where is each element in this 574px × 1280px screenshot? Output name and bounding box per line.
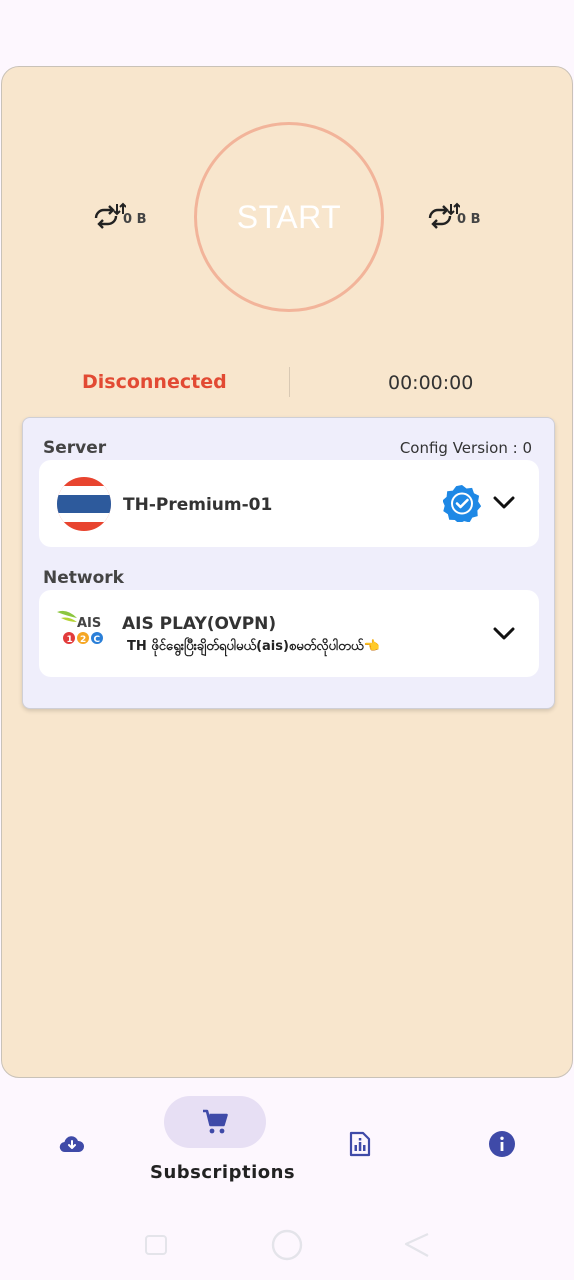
verified-badge-icon bbox=[443, 485, 481, 522]
connection-card: 0 B START 0 B Disconnected 00:00:00 Serv… bbox=[1, 66, 573, 1078]
nav-sim[interactable] bbox=[340, 1124, 380, 1164]
connection-status: Disconnected bbox=[82, 371, 227, 393]
connection-timer: 00:00:00 bbox=[388, 372, 474, 394]
network-name: AIS PLAY(OVPN) bbox=[122, 614, 277, 634]
upload-traffic: 0 B bbox=[92, 202, 146, 232]
svg-text:2: 2 bbox=[80, 635, 86, 645]
download-traffic: 0 B bbox=[426, 202, 480, 232]
chevron-down-icon[interactable] bbox=[493, 496, 515, 510]
bottom-navigation: Subscriptions bbox=[0, 1080, 574, 1200]
selection-panel: Server Config Version : 0 TH-Premium-01 … bbox=[22, 417, 555, 709]
network-section-label: Network bbox=[43, 568, 124, 588]
thailand-flag-icon bbox=[57, 477, 111, 531]
network-description: TH ဖိုင်ရွေးပြီးချိတ်ရပါမယ်(ais)စမတ်လိုပ… bbox=[127, 639, 380, 654]
sim-card-icon bbox=[349, 1131, 371, 1157]
sync-transfer-icon bbox=[94, 202, 126, 229]
sync-transfer-icon bbox=[428, 202, 460, 229]
home-icon[interactable] bbox=[270, 1228, 304, 1262]
download-traffic-value: 0 B bbox=[457, 211, 481, 227]
shopping-cart-icon bbox=[203, 1109, 228, 1134]
ais-logo-icon: AIS 1 2 C bbox=[57, 610, 103, 645]
nav-info[interactable] bbox=[482, 1124, 522, 1164]
nav-downloads[interactable] bbox=[52, 1124, 92, 1164]
back-icon[interactable] bbox=[404, 1232, 430, 1258]
start-button[interactable]: START bbox=[194, 122, 384, 312]
recent-apps-icon[interactable] bbox=[144, 1234, 168, 1256]
chevron-down-icon[interactable] bbox=[493, 627, 515, 641]
server-selector[interactable]: TH-Premium-01 bbox=[39, 460, 539, 547]
server-name: TH-Premium-01 bbox=[123, 495, 273, 515]
nav-subscriptions-label[interactable]: Subscriptions bbox=[150, 1162, 295, 1183]
server-section-label: Server bbox=[43, 438, 107, 458]
status-divider bbox=[289, 367, 290, 397]
cloud-download-icon bbox=[59, 1136, 85, 1153]
svg-text:1: 1 bbox=[67, 635, 73, 645]
info-icon bbox=[489, 1131, 515, 1157]
network-selector[interactable]: AIS 1 2 C AIS PLAY(OVPN) TH ဖိုင်ရွေးပြီ… bbox=[39, 590, 539, 677]
upload-traffic-value: 0 B bbox=[123, 211, 147, 227]
svg-text:AIS: AIS bbox=[77, 616, 101, 631]
svg-text:C: C bbox=[94, 635, 101, 645]
nav-subscriptions[interactable] bbox=[164, 1096, 266, 1148]
system-navigation-bar bbox=[0, 1210, 574, 1280]
config-version: Config Version : 0 bbox=[399, 439, 532, 457]
